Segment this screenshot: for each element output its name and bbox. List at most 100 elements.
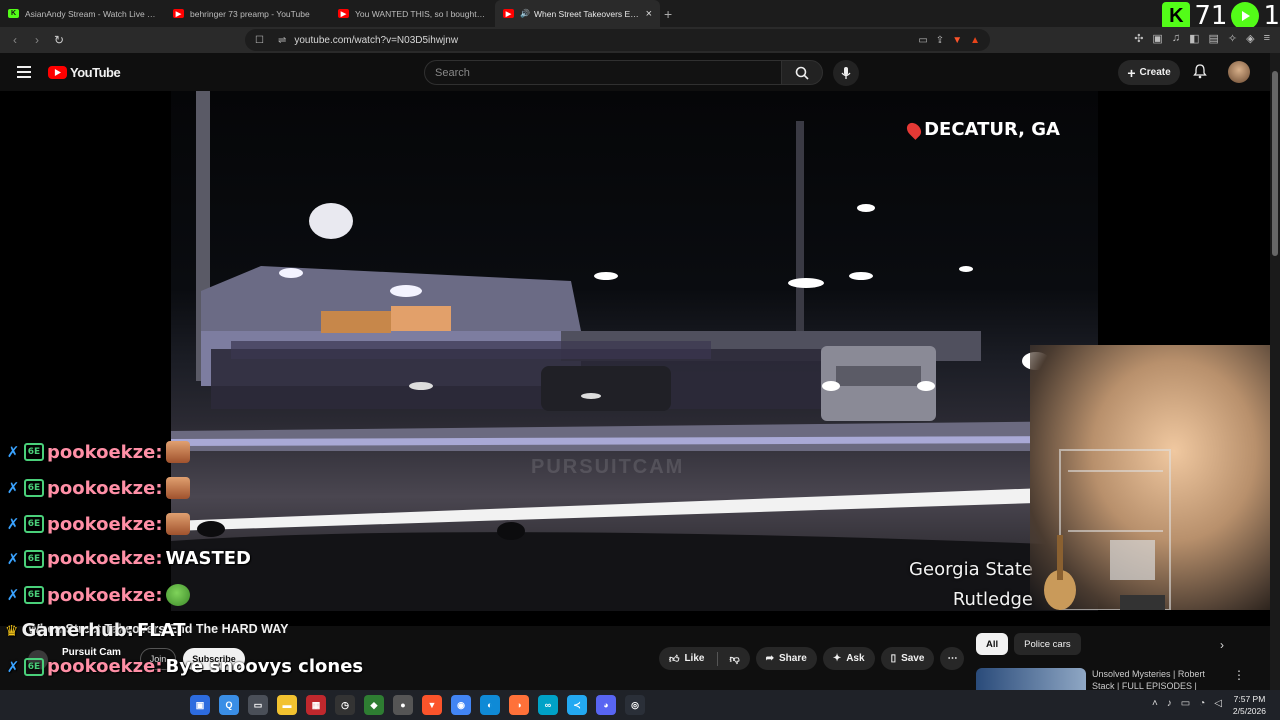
like-button[interactable]: 👍︎ Like 👎︎ xyxy=(659,647,750,670)
video-app-icon[interactable]: ▦ xyxy=(306,695,326,715)
sword-badge-icon: ✗ xyxy=(6,657,20,676)
caption-line-1: Georgia State xyxy=(909,559,1033,580)
save-button[interactable]: ▯ Save xyxy=(880,647,935,670)
tab-2[interactable]: ▶ behringer 73 preamp - YouTube xyxy=(165,0,330,27)
media-icon[interactable]: ♫ xyxy=(1172,32,1180,45)
network-icon[interactable]: ◔ xyxy=(1199,698,1205,709)
location-pin-icon xyxy=(904,119,925,140)
youtube-play-icon xyxy=(48,66,67,79)
leo-icon[interactable]: ✧ xyxy=(1228,32,1237,45)
brave-rewards-icon[interactable]: ▲ xyxy=(970,35,980,46)
share-icon: ➦ xyxy=(765,653,775,664)
chevron-right-icon[interactable]: › xyxy=(1220,638,1224,652)
volume-icon[interactable]: ◁ xyxy=(1214,698,1222,709)
chrome-icon[interactable]: ◉ xyxy=(451,695,471,715)
chip-all[interactable]: All xyxy=(976,633,1009,655)
taskbar-clock[interactable]: 7:57 PM 2/5/2026 xyxy=(1233,693,1266,717)
chevron-up-icon[interactable]: ˄ xyxy=(1152,698,1158,709)
plus-icon: + xyxy=(1127,64,1136,81)
discord-icon[interactable]: ◕ xyxy=(596,695,616,715)
caption-line-2: Rutledge xyxy=(952,589,1033,610)
account-avatar[interactable] xyxy=(1228,61,1250,83)
github-icon[interactable]: ● xyxy=(393,695,413,715)
guide-menu-icon[interactable] xyxy=(17,66,31,78)
chip-police-cars[interactable]: Police cars xyxy=(1014,633,1081,655)
site-info-icon[interactable]: ⇌ xyxy=(278,35,286,46)
video-watermark: PURSUITCAM xyxy=(531,456,685,478)
page-scrollbar[interactable] xyxy=(1270,53,1280,690)
reload-icon[interactable]: ↻ xyxy=(48,33,70,47)
browser-tab-strip: K AsianAndy Stream - Watch Live on K ▶ b… xyxy=(0,0,1280,31)
youtube-header: YouTube Search + Create xyxy=(0,53,1280,91)
back-icon[interactable]: ‹ xyxy=(4,33,26,47)
bookmark-icon[interactable]: ☐ xyxy=(255,35,264,46)
wallet-icon[interactable]: ▣ xyxy=(1152,32,1162,45)
microphone-tray-icon[interactable]: ♪ xyxy=(1167,698,1172,709)
create-button[interactable]: + Create xyxy=(1118,60,1180,85)
shield-app-icon[interactable]: ◆ xyxy=(364,695,384,715)
recommended-thumbnail[interactable] xyxy=(976,668,1086,690)
tab-1[interactable]: K AsianAndy Stream - Watch Live on K xyxy=(0,0,165,27)
file-explorer-icon[interactable]: ▬ xyxy=(277,695,297,715)
youtube-logo-text: YouTube xyxy=(70,65,121,80)
play-circle-icon xyxy=(1231,2,1260,30)
close-tab-icon[interactable]: × xyxy=(646,8,652,20)
thumbs-down-icon[interactable]: 👎︎ xyxy=(729,653,739,665)
share-button[interactable]: ➦ Share xyxy=(755,647,817,670)
edge-icon[interactable]: ◐ xyxy=(480,695,500,715)
store-icon[interactable]: ▣ xyxy=(190,695,210,715)
subscribe-button[interactable]: Subscribe xyxy=(183,648,245,670)
video-frame[interactable]: PURSUITCAM DECATUR, GA Georgia State Rut… xyxy=(171,91,1098,611)
channel-name[interactable]: Pursuit Cam xyxy=(62,647,121,658)
app-oo-icon[interactable]: ∞ xyxy=(538,695,558,715)
tab-3[interactable]: ▶ You WANTED THIS, so I bought it! Be xyxy=(330,0,495,27)
brave-icon[interactable]: ▼ xyxy=(422,695,442,715)
scrollbar-thumb[interactable] xyxy=(1272,71,1278,256)
more-vertical-icon[interactable]: ⋮ xyxy=(1233,668,1245,682)
sparkle-icon: ✦ xyxy=(832,653,842,664)
like-label: Like xyxy=(684,653,705,664)
app-q-icon[interactable]: Q xyxy=(219,695,239,715)
save-label: Save xyxy=(901,653,925,664)
share-label: Share xyxy=(779,653,807,664)
firefox-icon[interactable]: ◑ xyxy=(509,695,529,715)
related-chips: All Police cars xyxy=(976,633,1081,655)
tab-4-active[interactable]: ▶ 🔊 When Street Takeovers End Th × xyxy=(495,0,660,27)
vscode-icon[interactable]: ≺ xyxy=(567,695,587,715)
browser-toolbar: ✣ ▣ ♫ ◧ ▤ ✧ ◈ ≡ xyxy=(1134,32,1270,45)
search-input[interactable]: Search xyxy=(424,60,782,85)
new-tab-button[interactable]: + xyxy=(664,6,684,22)
location-text: DECATUR, GA xyxy=(924,119,1060,140)
dashcam-scene xyxy=(171,91,1098,611)
forward-icon[interactable]: › xyxy=(26,33,48,47)
browser-menu-icon[interactable]: ≡ xyxy=(1264,32,1270,45)
join-button[interactable]: Join xyxy=(140,648,176,670)
create-label: Create xyxy=(1139,67,1171,78)
clock-app-icon[interactable]: ◷ xyxy=(335,695,355,715)
terminal-icon[interactable]: ▭ xyxy=(248,695,268,715)
wallet-card-icon[interactable]: ▤ xyxy=(1208,32,1218,45)
windows-taskbar: ▣ Q ▭ ▬ ▦ ◷ ◆ ● ▼ ◉ ◐ ◑ ∞ ≺ ◕ ◎ ˄ ♪ ▭ ◔ … xyxy=(0,690,1280,720)
tab-title: AsianAndy Stream - Watch Live on K xyxy=(25,8,157,19)
youtube-logo[interactable]: YouTube xyxy=(48,65,121,80)
sidebar-icon[interactable]: ◧ xyxy=(1189,32,1199,45)
brave-shield-icon[interactable]: ▼ xyxy=(952,35,962,46)
search-placeholder: Search xyxy=(435,66,470,79)
vpn-icon[interactable]: ◈ xyxy=(1246,32,1254,45)
display-icon[interactable]: ▭ xyxy=(1181,698,1190,709)
notifications-bell-icon[interactable] xyxy=(1193,64,1207,84)
address-bar[interactable]: ☐ ⇌ youtube.com/watch?v=N03D5ihwjnw ▭ ⇪ … xyxy=(245,29,990,51)
search-button[interactable] xyxy=(781,60,823,85)
ask-button[interactable]: ✦ Ask xyxy=(822,647,875,670)
recommended-title[interactable]: Unsolved Mysteries | Robert Stack | FULL… xyxy=(1092,668,1222,692)
channel-avatar[interactable] xyxy=(28,650,48,670)
extensions-icon[interactable]: ✣ xyxy=(1134,32,1143,45)
cast-icon[interactable]: ▭ xyxy=(918,35,927,46)
more-actions-button[interactable]: ⋯ xyxy=(940,647,965,670)
thumbs-up-icon: 👍︎ xyxy=(669,653,680,665)
voice-search-button[interactable] xyxy=(833,60,859,86)
obs-icon[interactable]: ◎ xyxy=(625,695,645,715)
mic-icon xyxy=(841,67,851,79)
share-page-icon[interactable]: ⇪ xyxy=(936,35,944,46)
video-actions: 👍︎ Like 👎︎ ➦ Share ✦ Ask ▯ Save ⋯ xyxy=(659,647,965,670)
